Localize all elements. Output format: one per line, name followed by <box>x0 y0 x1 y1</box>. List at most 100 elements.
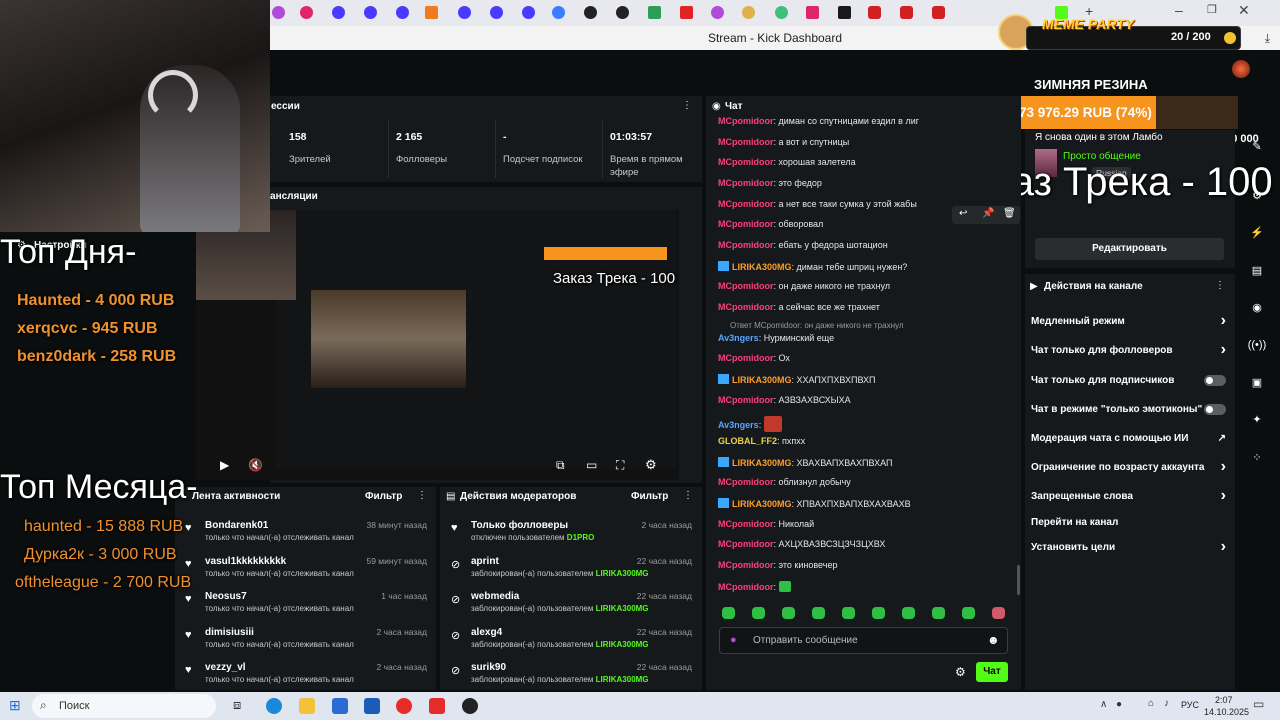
channel-action-item[interactable]: Чат только для подписчиков <box>1031 375 1226 386</box>
taskbar-date[interactable]: 14.10.2025 <box>1204 707 1249 717</box>
taskbar-time[interactable]: 2:07 <box>1215 695 1233 705</box>
rail-wrench-icon[interactable]: ✦ <box>1247 410 1267 430</box>
outlook-icon[interactable] <box>364 698 380 714</box>
rail-layout-icon[interactable]: ▣ <box>1247 373 1267 393</box>
fullscreen-icon[interactable]: ⛶ <box>616 458 624 473</box>
chat-message[interactable]: MCpomidoor: обворовал <box>718 219 823 229</box>
mod-actions-menu-icon[interactable]: ⋮ <box>683 490 693 501</box>
chat-username[interactable]: MCpomidoor <box>718 560 774 570</box>
mod-action-actor[interactable]: LIRIKA300MG <box>596 569 649 578</box>
tab-favicon[interactable] <box>396 6 409 19</box>
channel-action-item[interactable]: Установить цели › <box>1031 538 1226 555</box>
mod-action-row[interactable]: surik90 заблокирован(-а) пользователем LI… <box>471 662 692 684</box>
keyboard-language[interactable]: РУС <box>1181 700 1199 710</box>
tray-network-icon[interactable]: ⌂ <box>1148 698 1154 709</box>
task-view-icon[interactable]: ⧈ <box>233 697 241 713</box>
chat-settings-icon[interactable]: ⚙ <box>955 665 966 679</box>
tab-favicon[interactable] <box>932 6 945 19</box>
tab-favicon[interactable] <box>272 6 285 19</box>
channel-action-item[interactable]: Перейти на канал <box>1031 517 1226 528</box>
send-chat-button[interactable]: Чат <box>976 662 1008 682</box>
tab-favicon[interactable] <box>838 6 851 19</box>
chat-scrollbar[interactable] <box>1017 565 1020 595</box>
tab-favicon[interactable] <box>364 6 377 19</box>
tab-favicon[interactable] <box>742 6 755 19</box>
emote-icon[interactable] <box>872 607 885 619</box>
yandex-browser-icon[interactable] <box>396 698 412 714</box>
chat-username[interactable]: MCpomidoor <box>718 353 774 363</box>
toggle-switch[interactable] <box>1204 404 1226 415</box>
tab-favicon[interactable] <box>648 6 661 19</box>
chat-message[interactable]: GLOBAL_FF2: пхпхх <box>718 436 805 446</box>
play-icon[interactable]: ▶ <box>220 458 229 472</box>
chat-message[interactable]: MCpomidoor: а нет все таки сумка у этой … <box>718 199 917 209</box>
settings-gear-icon[interactable]: ⚙ <box>645 457 657 473</box>
tray-volume-icon[interactable]: ♪ <box>1164 698 1169 709</box>
store-icon[interactable] <box>332 698 348 714</box>
chat-message[interactable]: Av3ngers: <box>718 416 783 432</box>
chat-username[interactable]: MCpomidoor <box>718 281 774 291</box>
channel-action-item[interactable]: Модерация чата с помощью ИИ ↗ <box>1031 433 1226 444</box>
emote-icon[interactable] <box>902 607 915 619</box>
activity-row[interactable]: vasul1kkkkkkkkk только что начал(-а) отсл… <box>205 556 427 578</box>
mod-action-actor[interactable]: D1PRO <box>567 533 595 542</box>
chat-username[interactable]: MCpomidoor <box>718 582 774 592</box>
chat-username[interactable]: MCpomidoor <box>718 219 774 229</box>
edit-stream-button[interactable]: Редактировать <box>1035 238 1224 260</box>
chat-username[interactable]: LIRIKA300MG <box>732 458 792 468</box>
chat-username[interactable]: MCpomidoor <box>718 157 774 167</box>
chat-input[interactable]: ● Отправить сообщение ☻ <box>719 627 1008 654</box>
windows-start-icon[interactable]: ⊞ <box>9 697 21 714</box>
tab-favicon[interactable] <box>616 6 629 19</box>
chat-message[interactable]: MCpomidoor: это федор <box>718 178 822 188</box>
chat-username[interactable]: LIRIKA300MG <box>732 499 792 509</box>
chat-username[interactable]: MCpomidoor <box>718 539 774 549</box>
microphone-icon[interactable]: ● <box>730 634 737 646</box>
mod-action-actor[interactable]: LIRIKA300MG <box>596 640 649 649</box>
emote-icon[interactable] <box>962 607 975 619</box>
theatre-icon[interactable]: ▭ <box>586 458 597 472</box>
emote-icon[interactable] <box>752 607 765 619</box>
chat-username[interactable]: MCpomidoor <box>718 302 774 312</box>
activity-row[interactable]: Bondarenk01 только что начал(-а) отслежив… <box>205 520 427 542</box>
tab-favicon[interactable] <box>711 6 724 19</box>
emote-icon[interactable] <box>992 607 1005 619</box>
chat-message[interactable]: MCpomidoor: а сейчас все же трахнет <box>718 302 880 312</box>
mod-action-row[interactable]: aprint заблокирован(-а) пользователем LIR… <box>471 556 692 578</box>
channel-actions-menu-icon[interactable]: ⋮ <box>1215 280 1225 291</box>
tray-chevron-icon[interactable]: ∧ <box>1100 699 1107 710</box>
chat-reply-context[interactable]: Ответ MCpomidoor: он даже никого не трах… <box>730 321 904 330</box>
chat-message[interactable]: LIRIKA300MG: ХПВАХПХВАПХВХАХВАХВ <box>718 498 911 509</box>
rail-chat-icon[interactable]: ◉ <box>1247 298 1267 318</box>
channel-action-item[interactable]: Чат только для фолловеров › <box>1031 341 1226 358</box>
tab-favicon[interactable] <box>425 6 438 19</box>
obs-icon[interactable] <box>462 698 478 714</box>
rail-broadcast-icon[interactable]: ((•)) <box>1247 335 1267 355</box>
activity-menu-icon[interactable]: ⋮ <box>417 490 427 501</box>
download-icon[interactable]: ⤓ <box>1265 26 1270 50</box>
rail-bolt-icon[interactable]: ⚡ <box>1247 223 1267 243</box>
chat-username[interactable]: MCpomidoor <box>718 395 774 405</box>
chat-username[interactable]: MCpomidoor <box>718 137 774 147</box>
chat-username[interactable]: Av3ngers <box>718 333 759 343</box>
mod-action-actor[interactable]: LIRIKA300MG <box>596 604 649 613</box>
chat-username[interactable]: MCpomidoor <box>718 519 774 529</box>
mod-action-actor[interactable]: LIRIKA300MG <box>596 675 649 684</box>
tab-favicon[interactable] <box>680 6 693 19</box>
chat-message[interactable]: MCpomidoor: хорошая залетела <box>718 157 856 167</box>
emote-icon[interactable] <box>722 607 735 619</box>
tray-mic-icon[interactable]: ● <box>1116 699 1122 710</box>
rail-gift-icon[interactable]: ⚙ <box>1247 186 1267 206</box>
chat-username[interactable]: MCpomidoor <box>718 199 774 209</box>
rail-document-icon[interactable]: ▤ <box>1247 261 1267 281</box>
chat-message[interactable]: MCpomidoor: диман со спутницами ездил в … <box>718 116 919 126</box>
tab-favicon[interactable] <box>332 6 345 19</box>
chat-username[interactable]: Av3ngers <box>718 420 759 430</box>
chat-message[interactable]: MCpomidoor: это киновечер <box>718 560 837 570</box>
channel-action-item[interactable]: Чат в режиме "только эмотиконы" <box>1031 404 1226 415</box>
chat-message[interactable]: MCpomidoor: Николай <box>718 519 814 529</box>
mod-action-row[interactable]: Только фолловеры отключен пользователем D… <box>471 520 692 542</box>
emote-icon[interactable] <box>812 607 825 619</box>
edge-icon[interactable] <box>266 698 282 714</box>
channel-action-item[interactable]: Ограничение по возрасту аккаунта › <box>1031 458 1226 475</box>
